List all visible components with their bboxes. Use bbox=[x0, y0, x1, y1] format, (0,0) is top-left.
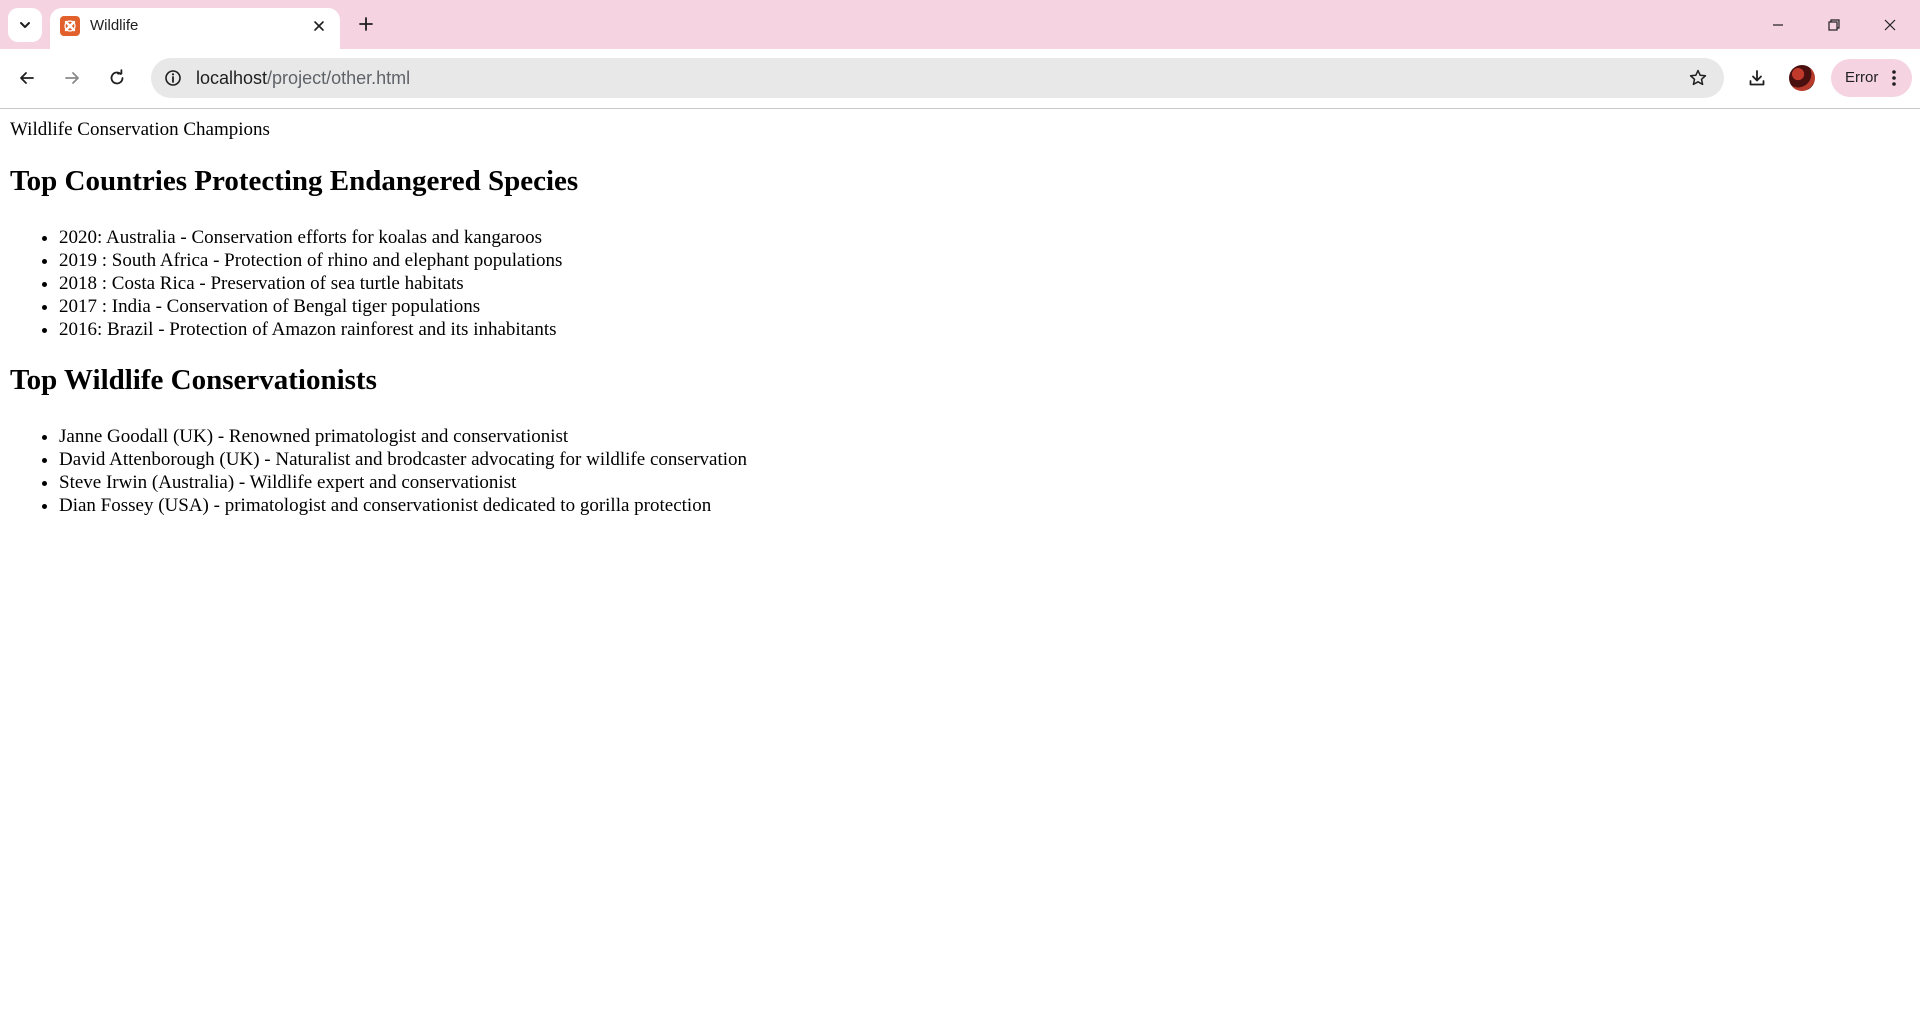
minimize-icon bbox=[1773, 23, 1783, 26]
list-item: 2019 : South Africa - Protection of rhin… bbox=[59, 249, 562, 272]
arrow-right-icon bbox=[65, 72, 79, 84]
conservationists-list: Janne Goodall (UK) - Renowned primatolog… bbox=[10, 425, 747, 517]
list-item: 2020: Australia - Conservation efforts f… bbox=[59, 226, 562, 249]
bookmark-star-button[interactable] bbox=[1684, 64, 1712, 92]
address-bar[interactable]: localhost/project/other.html bbox=[151, 58, 1724, 98]
browser-tab-active[interactable]: Wildlife bbox=[50, 8, 340, 49]
close-icon bbox=[1884, 19, 1896, 30]
forward-button[interactable] bbox=[55, 61, 89, 95]
downloads-button[interactable] bbox=[1740, 61, 1774, 95]
kebab-menu-icon bbox=[1886, 68, 1902, 88]
xampp-favicon-icon bbox=[60, 16, 80, 36]
profile-error-button[interactable]: Error bbox=[1831, 59, 1912, 97]
page-intro-text: Wildlife Conservation Champions bbox=[10, 119, 270, 140]
reload-icon bbox=[110, 69, 124, 85]
tab-strip: Wildlife bbox=[0, 0, 1920, 49]
countries-heading: Top Countries Protecting Endangered Spec… bbox=[10, 165, 579, 197]
download-icon bbox=[1749, 70, 1765, 86]
reload-button[interactable] bbox=[100, 61, 134, 95]
close-window-button[interactable] bbox=[1862, 0, 1918, 49]
back-button[interactable] bbox=[10, 61, 44, 95]
browser-toolbar: localhost/project/other.html Error bbox=[0, 49, 1920, 109]
list-item: Steve Irwin (Australia) - Wildlife exper… bbox=[59, 471, 747, 494]
chevron-down-icon bbox=[20, 22, 30, 28]
list-item: David Attenborough (UK) - Naturalist and… bbox=[59, 448, 747, 471]
new-tab-button[interactable] bbox=[352, 10, 380, 38]
url-host: localhost bbox=[196, 68, 268, 88]
list-item: 2016: Brazil - Protection of Amazon rain… bbox=[59, 318, 562, 341]
list-item: 2017 : India - Conservation of Bengal ti… bbox=[59, 295, 562, 318]
arrow-left-icon bbox=[20, 72, 34, 84]
list-item: Dian Fossey (USA) - primatologist and co… bbox=[59, 494, 747, 517]
url-path: /project/other.html bbox=[267, 68, 411, 88]
profile-status-label: Error bbox=[1845, 69, 1879, 86]
tab-close-button[interactable] bbox=[306, 13, 332, 39]
countries-list: 2020: Australia - Conservation efforts f… bbox=[10, 226, 562, 341]
restore-icon bbox=[1828, 18, 1840, 31]
conservationists-heading: Top Wildlife Conservationists bbox=[10, 364, 377, 396]
site-info-icon[interactable] bbox=[159, 64, 187, 92]
list-item: 2018 : Costa Rica - Preservation of sea … bbox=[59, 272, 562, 295]
plus-icon bbox=[359, 17, 373, 31]
minimize-button[interactable] bbox=[1750, 0, 1806, 49]
star-icon bbox=[1689, 69, 1707, 86]
list-item: Janne Goodall (UK) - Renowned primatolog… bbox=[59, 425, 747, 448]
restore-button[interactable] bbox=[1806, 0, 1862, 49]
tab-title: Wildlife bbox=[90, 17, 139, 34]
tab-search-button[interactable] bbox=[8, 8, 42, 42]
close-icon bbox=[314, 21, 324, 31]
url-text[interactable]: localhost/project/other.html bbox=[196, 68, 410, 89]
profile-avatar[interactable] bbox=[1789, 65, 1815, 91]
